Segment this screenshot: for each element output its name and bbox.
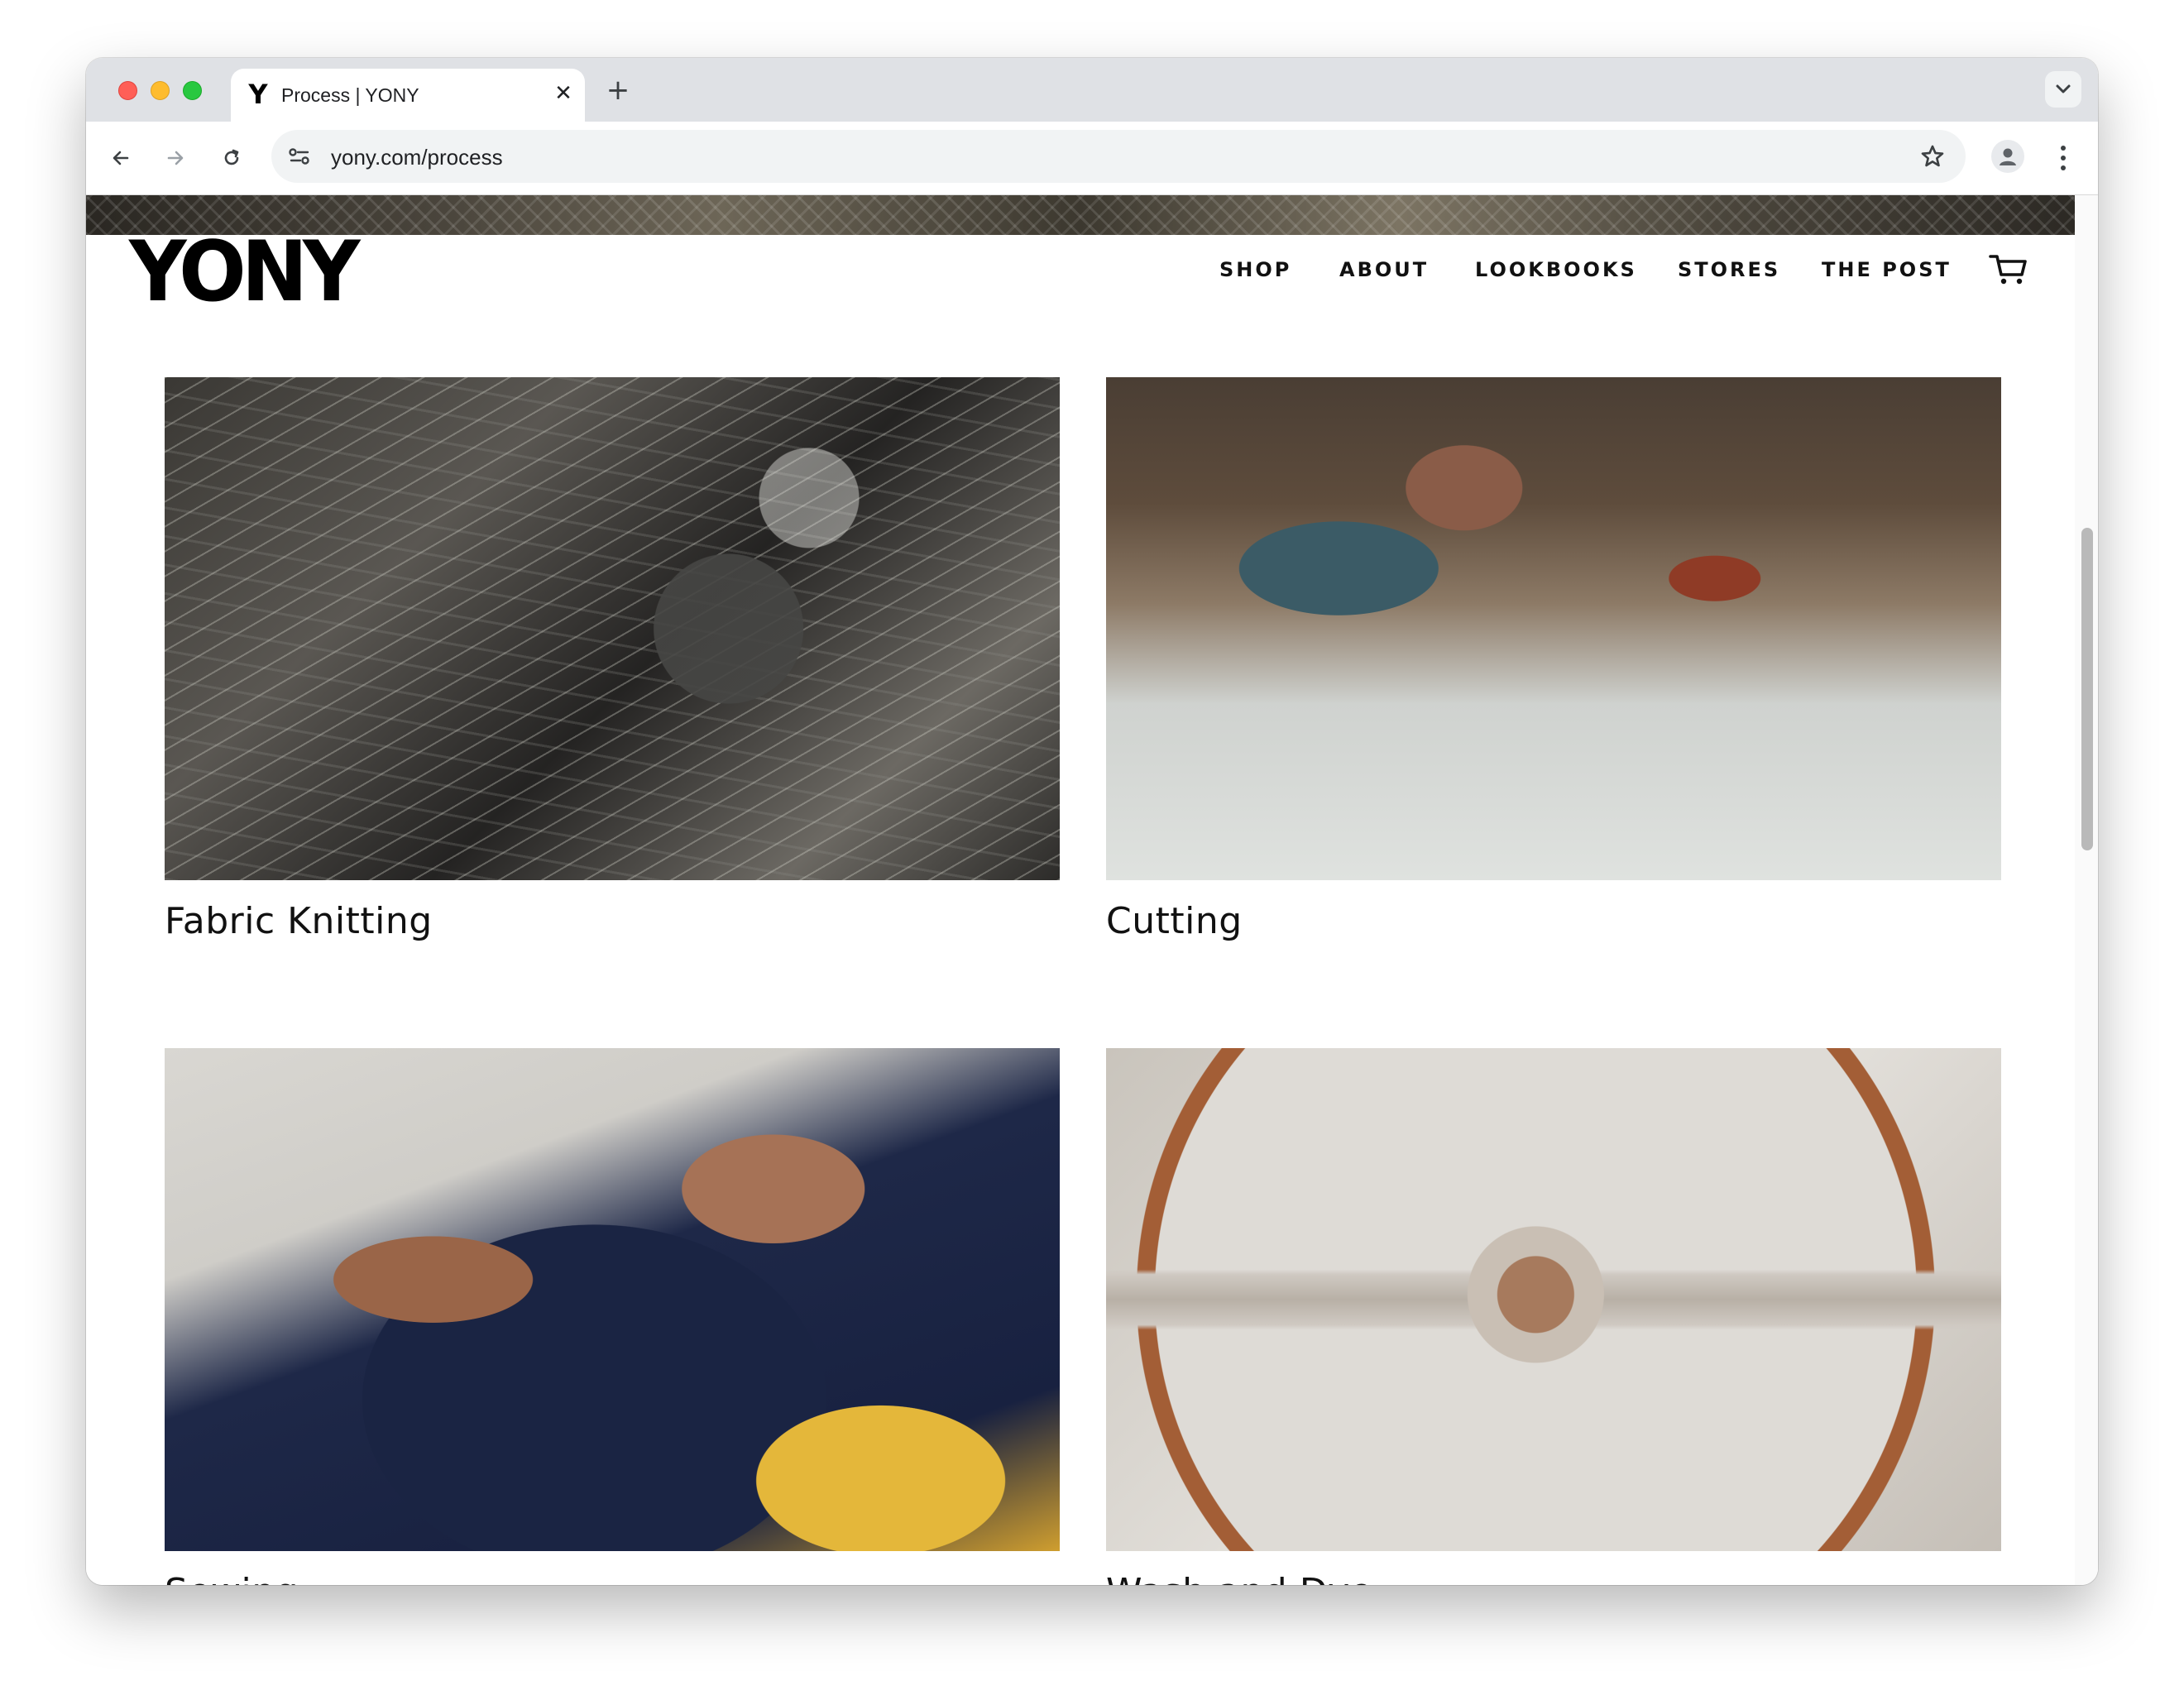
nav-the-post[interactable]: THE POST [1822,258,1952,281]
tab-search-button[interactable] [2045,71,2081,108]
profile-button[interactable] [1991,140,2024,173]
site-header: YONY SHOP ABOUT LOOKBOOKS STORES THE POS… [86,230,2075,319]
reload-button[interactable] [213,140,250,176]
wash-and-dye-image[interactable] [1106,1048,2001,1551]
sewing-image[interactable] [165,1048,1060,1551]
browser-toolbar: yony.com/process [86,122,2098,195]
page-viewport: YONY SHOP ABOUT LOOKBOOKS STORES THE POS… [86,195,2098,1585]
browser-tab[interactable]: Y Process | YONY ✕ [231,69,585,122]
close-window-button[interactable] [118,81,137,100]
scrollbar-track[interactable] [2075,195,2098,1585]
url-text[interactable]: yony.com/process [331,145,503,170]
hero-image-strip [86,195,2075,235]
back-icon [113,151,129,165]
nav-about[interactable]: ABOUT [1339,258,1429,281]
site-settings-icon[interactable] [288,146,311,166]
new-tab-button[interactable]: + [605,76,631,104]
maximize-window-button[interactable] [183,81,202,100]
forward-button[interactable] [157,140,194,176]
screenshot-frame: Y Process | YONY ✕ + yony.com/process YO… [0,0,2184,1700]
back-button[interactable] [103,140,139,176]
close-tab-icon[interactable]: ✕ [552,82,575,105]
cart-icon[interactable] [1989,253,2028,286]
nav-shop[interactable]: SHOP [1219,258,1291,281]
scrollbar-thumb[interactable] [2081,528,2093,850]
address-bar[interactable]: yony.com/process [271,130,1966,183]
kebab-menu-icon[interactable] [2055,141,2071,175]
process-card-title[interactable]: Wash and Dye [1106,1571,1372,1585]
minimize-window-button[interactable] [151,81,170,100]
tab-bar: Y Process | YONY ✕ + [86,58,2098,122]
main-nav: SHOP ABOUT LOOKBOOKS STORES THE POST [86,258,2075,291]
tab-title: Process | YONY [281,84,419,106]
nav-stores[interactable]: STORES [1678,258,1780,281]
cutting-image[interactable] [1106,377,2001,880]
browser-window: Y Process | YONY ✕ + yony.com/process YO… [86,58,2098,1585]
forward-icon [167,151,184,165]
tab-search-chevron-icon [2056,84,2071,93]
process-card-title[interactable]: Sewing [165,1571,299,1585]
reload-icon [224,149,239,165]
yony-favicon-icon: Y [248,79,268,110]
bookmark-star-icon[interactable] [1919,143,1946,170]
nav-lookbooks[interactable]: LOOKBOOKS [1475,258,1637,281]
process-card-title[interactable]: Cutting [1106,900,1243,942]
process-card-title[interactable]: Fabric Knitting [165,900,433,942]
fabric-knitting-image[interactable] [165,377,1060,880]
profile-icon [2000,148,2016,165]
